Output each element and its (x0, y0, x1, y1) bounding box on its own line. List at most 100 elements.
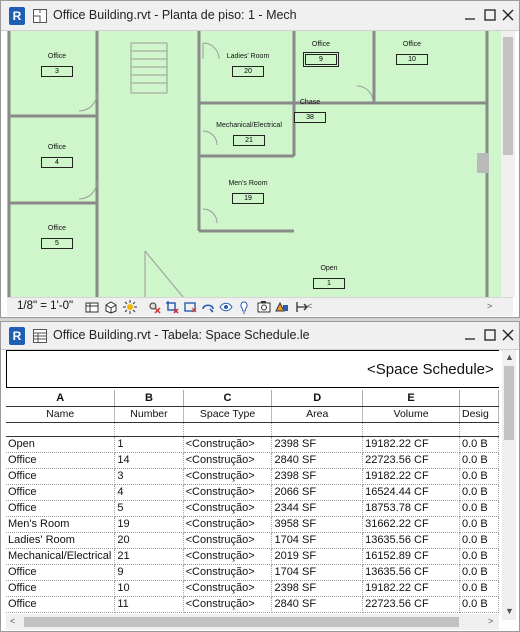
cell-area[interactable]: 2398 SF (271, 580, 364, 597)
show-crop-region-icon[interactable] (183, 300, 197, 314)
column-letter-b[interactable]: B (114, 390, 184, 407)
table-row[interactable]: Office 9 <Construção> 1704 SF 13635.56 CF 0.0… (6, 564, 499, 581)
scroll-up-icon[interactable]: ▲ (505, 352, 514, 362)
cell-name[interactable]: Office (6, 564, 116, 581)
plan-vertical-scroll-thumb[interactable] (503, 37, 513, 155)
cell-area[interactable]: 1704 SF (271, 532, 364, 549)
table-row[interactable]: Mechanical/Electrical 21 <Construção> 2019 … (6, 548, 499, 565)
cell-name[interactable]: Men's Room (6, 516, 116, 533)
scroll-left-icon[interactable]: < (10, 616, 15, 626)
header-design[interactable]: Desig (459, 406, 499, 423)
cell-design[interactable]: 0.0 B (459, 580, 499, 597)
cell-area[interactable]: 2398 SF (271, 468, 364, 485)
cell-name[interactable]: Office (6, 500, 116, 517)
maximize-icon[interactable] (483, 8, 497, 22)
cell-type[interactable]: <Construção> (183, 580, 273, 597)
detail-level-icon[interactable] (85, 300, 99, 314)
table-row[interactable]: Office 3 <Construção> 2398 SF 19182.22 CF 0.0… (6, 468, 499, 485)
header-volume[interactable]: Volume (362, 406, 460, 423)
revit-app-icon[interactable]: R (9, 7, 25, 25)
schedule-title-bar[interactable]: R Office Building.rvt - Tabela: Space Sc… (1, 322, 519, 350)
cell-area[interactable]: 2840 SF (271, 452, 364, 469)
cell-volume[interactable]: 22723.56 CF (362, 596, 460, 613)
cell-number[interactable]: 4 (114, 484, 184, 501)
cell-number[interactable]: 5 (114, 500, 184, 517)
cell-type[interactable]: <Construção> (183, 596, 273, 613)
cell-volume[interactable]: 16152.89 CF (362, 548, 460, 565)
cell-type[interactable]: <Construção> (183, 436, 273, 453)
table-row[interactable]: Men's Room 19 <Construção> 3958 SF 31662.22 … (6, 516, 499, 533)
column-letter-c[interactable]: C (183, 390, 273, 407)
reveal-hidden-elements-icon[interactable] (237, 300, 251, 314)
table-row[interactable]: Office 5 <Construção> 2344 SF 18753.78 CF 0.0… (6, 500, 499, 517)
cell-type[interactable]: <Construção> (183, 516, 273, 533)
maximize-icon[interactable] (483, 328, 497, 342)
room-tag-chase-38[interactable]: Chase 38 (280, 99, 340, 124)
column-letter-a[interactable]: A (6, 390, 116, 407)
schedule-vertical-scroll-thumb[interactable] (504, 366, 514, 440)
schedule-horizontal-scroll-thumb[interactable] (24, 617, 459, 627)
cell-design[interactable]: 0.0 B (459, 484, 499, 501)
temporary-hide-isolate-icon[interactable] (219, 300, 233, 314)
room-tag-ladies-room-20[interactable]: Ladies' Room 20 (218, 53, 278, 78)
column-letter-e[interactable]: E (362, 390, 460, 407)
cell-volume[interactable]: 18753.78 CF (362, 500, 460, 517)
room-tag-mens-room-19[interactable]: Men's Room 19 (218, 180, 278, 205)
close-icon[interactable] (501, 8, 515, 22)
room-tag-office-10[interactable]: Office 10 (382, 41, 442, 66)
cell-area[interactable]: 3958 SF (271, 516, 364, 533)
cell-volume[interactable]: 16524.44 CF (362, 484, 460, 501)
cell-number[interactable]: 1 (114, 436, 184, 453)
cell-design[interactable]: 0.0 B (459, 596, 499, 613)
header-space-type[interactable]: Space Type (183, 406, 273, 423)
cell-type[interactable]: <Construção> (183, 532, 273, 549)
view-control-bar-more-icon[interactable]: < (307, 301, 312, 311)
room-tag-mechanical-electrical-21[interactable]: Mechanical/Electrical 21 (204, 122, 294, 147)
schedule-grid[interactable]: <Space Schedule> A B C D E Name Number S… (6, 350, 499, 614)
minimize-icon[interactable] (463, 328, 477, 342)
cell-design[interactable]: 0.0 B (459, 468, 499, 485)
cell-name[interactable]: Open (6, 436, 116, 453)
close-icon[interactable] (501, 328, 515, 342)
cell-name[interactable]: Office (6, 484, 116, 501)
cell-area[interactable]: 2066 SF (271, 484, 364, 501)
column-letter-f[interactable] (459, 390, 499, 407)
cell-volume[interactable]: 31662.22 CF (362, 516, 460, 533)
cell-design[interactable]: 0.0 B (459, 532, 499, 549)
cell-volume[interactable]: 19182.22 CF (362, 468, 460, 485)
header-number[interactable]: Number (114, 406, 184, 423)
view-scale-label[interactable]: 1/8" = 1'-0" (17, 300, 73, 312)
temporary-view-properties-icon[interactable] (257, 300, 271, 314)
cell-area[interactable]: 1704 SF (271, 564, 364, 581)
plan-title-bar[interactable]: R Office Building.rvt - Planta de piso: … (1, 1, 519, 31)
schedule-horizontal-scrollbar[interactable]: < > (6, 614, 499, 630)
cell-volume[interactable]: 19182.22 CF (362, 436, 460, 453)
sun-path-icon[interactable] (123, 300, 137, 314)
cell-name[interactable]: Office (6, 580, 116, 597)
analytical-model-icon[interactable] (275, 300, 289, 314)
visual-style-icon[interactable] (104, 300, 118, 314)
cell-type[interactable]: <Construção> (183, 500, 273, 517)
cell-number[interactable]: 10 (114, 580, 184, 597)
cell-area[interactable]: 2840 SF (271, 596, 364, 613)
cell-design[interactable]: 0.0 B (459, 452, 499, 469)
cell-volume[interactable]: 19182.22 CF (362, 580, 460, 597)
cell-number[interactable]: 20 (114, 532, 184, 549)
cell-area[interactable]: 2019 SF (271, 548, 364, 565)
column-letter-d[interactable]: D (271, 390, 364, 407)
cell-number[interactable]: 3 (114, 468, 184, 485)
table-row[interactable]: Office 14 <Construção> 2840 SF 22723.56 CF 0.… (6, 452, 499, 469)
cell-name[interactable]: Mechanical/Electrical (6, 548, 116, 565)
cell-number[interactable]: 14 (114, 452, 184, 469)
cell-design[interactable]: 0.0 B (459, 500, 499, 517)
table-row[interactable]: Ladies' Room 20 <Construção> 1704 SF 13635.5… (6, 532, 499, 549)
shadows-icon[interactable] (147, 300, 161, 314)
cell-number[interactable]: 11 (114, 596, 184, 613)
cell-design[interactable]: 0.0 B (459, 548, 499, 565)
cell-area[interactable]: 2344 SF (271, 500, 364, 517)
floor-plan-canvas[interactable]: Office 3 Office 4 Office 5 Ladies' Room … (7, 31, 509, 297)
room-tag-office-9[interactable]: Office 9 (291, 41, 351, 67)
header-name[interactable]: Name (6, 406, 116, 423)
plan-vertical-scrollbar[interactable] (501, 31, 515, 297)
cell-design[interactable]: 0.0 B (459, 516, 499, 533)
